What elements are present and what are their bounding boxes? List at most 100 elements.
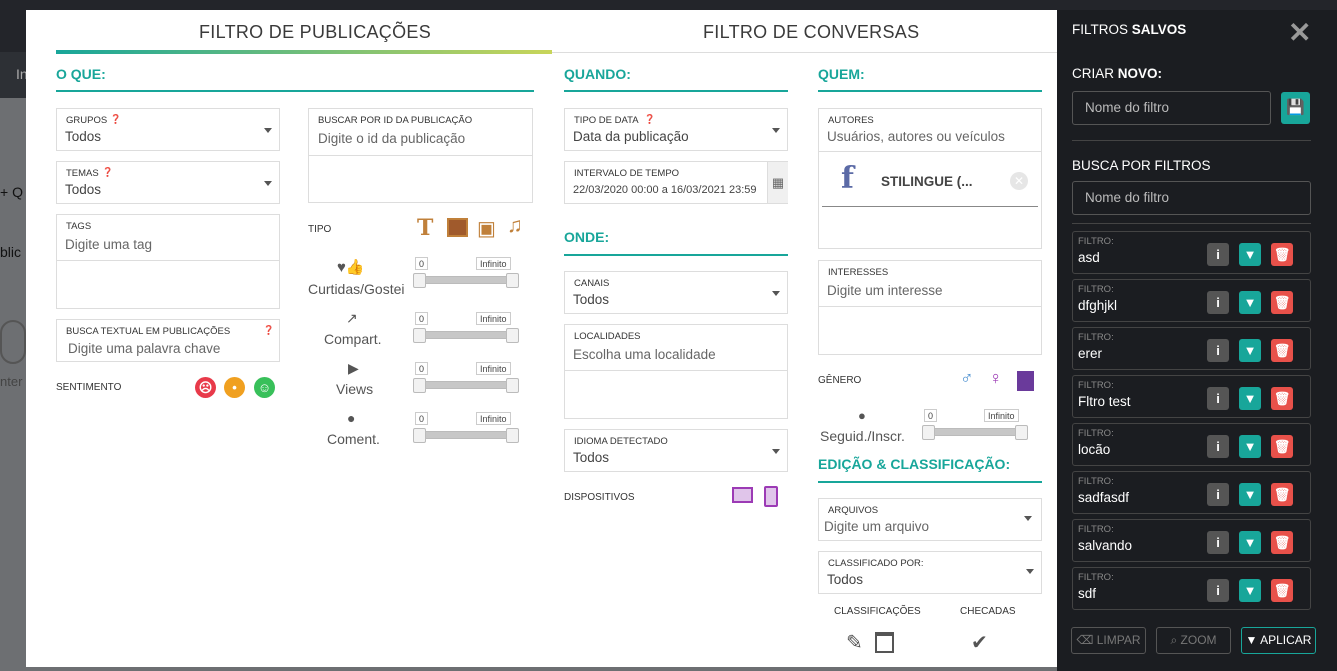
male-icon[interactable]: ♂ xyxy=(960,368,974,389)
range-handle-max[interactable] xyxy=(506,378,519,393)
range-handle-min[interactable] xyxy=(413,328,426,343)
limpar-button[interactable]: ⌫ LIMPAR xyxy=(1071,627,1146,654)
delete-icon[interactable]: 🗑 xyxy=(1271,243,1293,266)
tab-filtro-conversas[interactable]: FILTRO DE CONVERSAS xyxy=(703,22,919,43)
metric-min[interactable]: 0 xyxy=(415,362,429,375)
image-type-icon[interactable] xyxy=(447,218,468,237)
saved-filter-card[interactable]: FILTRO: Fltro test i ▼ 🗑 xyxy=(1072,375,1311,418)
info-icon[interactable]: i xyxy=(1207,243,1229,266)
tipo-data-select[interactable]: TIPO DE DATA ❓ Data da publicação xyxy=(564,108,788,151)
mobile-icon[interactable] xyxy=(764,486,778,507)
neutral-sentiment-icon[interactable]: • xyxy=(224,377,245,398)
info-icon[interactable]: i xyxy=(1207,579,1229,602)
classificado-select[interactable]: CLASSIFICADO POR: Todos xyxy=(818,551,1042,594)
criar-title-bold: NOVO: xyxy=(1117,66,1163,81)
seguid-min[interactable]: 0 xyxy=(924,409,938,422)
calendar-icon[interactable]: ▦ xyxy=(767,162,788,203)
metric-range-track[interactable] xyxy=(415,331,519,339)
delete-icon[interactable]: 🗑 xyxy=(1271,483,1293,506)
seguid-max[interactable]: Infinito xyxy=(984,409,1019,422)
temas-select[interactable]: TEMAS ❓ Todos xyxy=(56,161,280,204)
metric-min[interactable]: 0 xyxy=(415,412,429,425)
range-handle-min[interactable] xyxy=(922,425,935,440)
delete-icon[interactable]: 🗑 xyxy=(1271,387,1293,410)
localidades-field[interactable]: LOCALIDADES Escolha uma localidade xyxy=(564,324,788,419)
delete-icon[interactable]: 🗑 xyxy=(1271,579,1293,602)
tab-filtro-publicacoes[interactable]: FILTRO DE PUBLICAÇÕES xyxy=(199,22,431,43)
positive-sentiment-icon[interactable]: ☺ xyxy=(254,377,275,398)
idioma-select[interactable]: IDIOMA DETECTADO Todos xyxy=(564,429,788,472)
trash-icon[interactable] xyxy=(875,632,894,653)
saved-filter-card[interactable]: FILTRO: locão i ▼ 🗑 xyxy=(1072,423,1311,466)
organization-icon[interactable] xyxy=(1017,371,1034,391)
save-filter-button[interactable]: 💾 xyxy=(1281,92,1310,124)
delete-icon[interactable]: 🗑 xyxy=(1271,435,1293,458)
desktop-icon[interactable] xyxy=(732,487,753,503)
arquivos-select[interactable]: ARQUIVOS Digite um arquivo xyxy=(818,498,1042,541)
grupos-select[interactable]: GRUPOS ❓ Todos xyxy=(56,108,280,151)
filter-icon[interactable]: ▼ xyxy=(1239,291,1261,314)
check-icon[interactable]: ✔ xyxy=(971,630,988,655)
info-icon[interactable]: i xyxy=(1207,291,1229,314)
busca-textual-field[interactable]: BUSCA TEXTUAL EM PUBLICAÇÕES ❓ Digite um… xyxy=(56,319,280,362)
delete-icon[interactable]: 🗑 xyxy=(1271,531,1293,554)
tags-field[interactable]: TAGS Digite uma tag xyxy=(56,214,280,309)
range-handle-min[interactable] xyxy=(413,273,426,288)
close-icon[interactable]: ✕ xyxy=(1288,16,1311,49)
text-type-icon[interactable]: T xyxy=(417,215,433,241)
info-icon[interactable]: i xyxy=(1207,483,1229,506)
metric-min[interactable]: 0 xyxy=(415,257,429,270)
filter-icon[interactable]: ▼ xyxy=(1239,579,1261,602)
metric-max[interactable]: Infinito xyxy=(476,362,511,375)
delete-icon[interactable]: 🗑 xyxy=(1271,291,1293,314)
saved-filter-card[interactable]: FILTRO: asd i ▼ 🗑 xyxy=(1072,231,1311,274)
range-handle-max[interactable] xyxy=(1015,425,1028,440)
female-icon[interactable]: ♀ xyxy=(989,368,1003,389)
author-chip[interactable]: f STILINGUE (... ✕ xyxy=(822,154,1038,207)
metric-max[interactable]: Infinito xyxy=(476,312,511,325)
range-handle-min[interactable] xyxy=(413,378,426,393)
saved-filter-card[interactable]: FILTRO: salvando i ▼ 🗑 xyxy=(1072,519,1311,562)
saved-filter-card[interactable]: FILTRO: sdf i ▼ 🗑 xyxy=(1072,567,1311,610)
delete-icon[interactable]: 🗑 xyxy=(1271,339,1293,362)
video-type-icon[interactable]: ▣ xyxy=(477,216,496,241)
saved-filter-card[interactable]: FILTRO: erer i ▼ 🗑 xyxy=(1072,327,1311,370)
info-icon[interactable]: i xyxy=(1207,531,1229,554)
filter-icon[interactable]: ▼ xyxy=(1239,243,1261,266)
interesses-field[interactable]: INTERESSES Digite um interesse xyxy=(818,260,1042,355)
metric-max[interactable]: Infinito xyxy=(476,412,511,425)
autores-field[interactable]: AUTORES Usuários, autores ou veículos f … xyxy=(818,108,1042,249)
metric-max[interactable]: Infinito xyxy=(476,257,511,270)
search-filter-input[interactable]: Nome do filtro xyxy=(1072,181,1311,215)
info-icon[interactable]: i xyxy=(1207,387,1229,410)
metric-range-track[interactable] xyxy=(415,431,519,439)
pencil-icon[interactable]: ✎ xyxy=(846,630,863,655)
remove-chip-icon[interactable]: ✕ xyxy=(1010,172,1028,190)
range-handle-max[interactable] xyxy=(506,273,519,288)
saved-filter-card[interactable]: FILTRO: sadfasdf i ▼ 🗑 xyxy=(1072,471,1311,514)
filter-icon[interactable]: ▼ xyxy=(1239,531,1261,554)
filter-icon[interactable]: ▼ xyxy=(1239,483,1261,506)
metric-range-track[interactable] xyxy=(415,381,519,389)
new-filter-name-input[interactable]: Nome do filtro xyxy=(1072,91,1271,125)
aplicar-button[interactable]: ▼ APLICAR xyxy=(1241,627,1316,654)
negative-sentiment-icon[interactable]: ☹ xyxy=(195,377,216,398)
intervalo-field[interactable]: INTERVALO DE TEMPO 22/03/2020 00:00 a 16… xyxy=(564,161,788,204)
buscar-id-field[interactable]: BUSCAR POR ID DA PUBLICAÇÃO Digite o id … xyxy=(308,108,533,203)
metric-min[interactable]: 0 xyxy=(415,312,429,325)
filter-icon[interactable]: ▼ xyxy=(1239,339,1261,362)
info-icon[interactable]: i xyxy=(1207,339,1229,362)
range-handle-min[interactable] xyxy=(413,428,426,443)
filter-icon[interactable]: ▼ xyxy=(1239,387,1261,410)
info-icon[interactable]: i xyxy=(1207,435,1229,458)
canais-select[interactable]: CANAIS Todos xyxy=(564,271,788,314)
busca-textual-label: BUSCA TEXTUAL EM PUBLICAÇÕES xyxy=(66,326,231,337)
music-type-icon[interactable]: ♫ xyxy=(507,214,523,238)
zoom-button[interactable]: ⌕ ZOOM xyxy=(1156,627,1231,654)
range-handle-max[interactable] xyxy=(506,328,519,343)
range-handle-max[interactable] xyxy=(506,428,519,443)
saved-filter-card[interactable]: FILTRO: dfghjkl i ▼ 🗑 xyxy=(1072,279,1311,322)
filter-icon[interactable]: ▼ xyxy=(1239,435,1261,458)
seguid-range-track[interactable] xyxy=(924,428,1028,436)
metric-range-track[interactable] xyxy=(415,276,519,284)
